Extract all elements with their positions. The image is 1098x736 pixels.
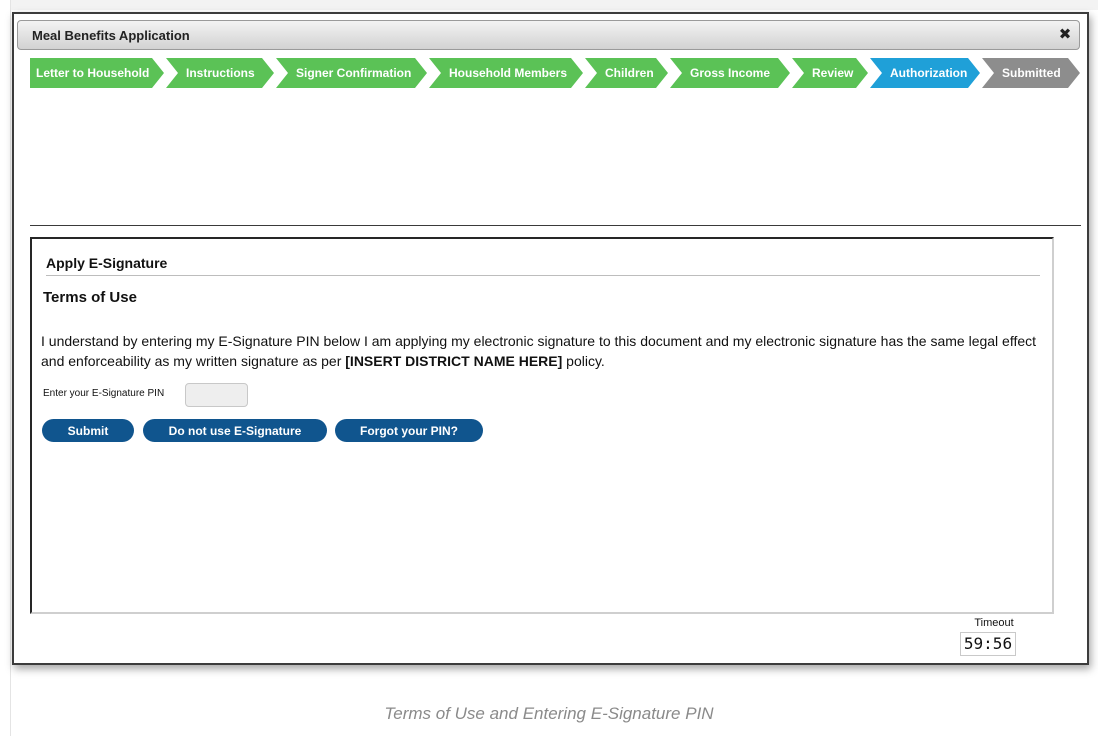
step-submitted[interactable]: Submitted xyxy=(982,58,1080,88)
step-children[interactable]: Children xyxy=(585,58,668,88)
step-authorization[interactable]: Authorization xyxy=(870,58,980,88)
background-page-edge xyxy=(10,0,11,736)
timeout-label: Timeout xyxy=(974,617,1014,629)
dialog-titlebar: Meal Benefits Application ✖ xyxy=(17,20,1080,50)
figure-caption: Terms of Use and Entering E-Signature PI… xyxy=(384,704,714,723)
panel-header: Apply E-Signature xyxy=(46,255,1040,276)
meal-benefits-dialog: Meal Benefits Application ✖ Letter to Ho… xyxy=(12,12,1089,665)
step-review[interactable]: Review xyxy=(792,58,868,88)
pin-input[interactable] xyxy=(185,383,248,407)
submit-button[interactable]: Submit xyxy=(42,419,134,442)
pin-label: Enter your E-Signature PIN xyxy=(43,388,165,399)
district-placeholder: [INSERT DISTRICT NAME HERE] xyxy=(345,353,563,369)
terms-text: I understand by entering my E-Signature … xyxy=(41,331,1041,371)
step-household-members[interactable]: Household Members xyxy=(429,58,583,88)
background-page-sliver xyxy=(11,0,1098,10)
step-gross-income[interactable]: Gross Income xyxy=(670,58,790,88)
step-instructions[interactable]: Instructions xyxy=(166,58,274,88)
step-letter-to-household[interactable]: Letter to Household xyxy=(30,58,164,88)
dialog-title: Meal Benefits Application xyxy=(32,28,190,43)
timeout-countdown: 59:56 xyxy=(960,632,1016,656)
e-signature-panel: Apply E-Signature Terms of Use I underst… xyxy=(30,237,1054,614)
progress-steps: Letter to Household Instructions Signer … xyxy=(30,58,1080,88)
step-signer-confirmation[interactable]: Signer Confirmation xyxy=(276,58,427,88)
terms-text-end: policy. xyxy=(562,353,605,369)
section-divider xyxy=(30,225,1081,226)
terms-heading: Terms of Use xyxy=(43,289,137,306)
forgot-pin-button[interactable]: Forgot your PIN? xyxy=(335,419,483,442)
close-icon[interactable]: ✖ xyxy=(1057,25,1073,43)
do-not-use-esignature-button[interactable]: Do not use E-Signature xyxy=(143,419,327,442)
